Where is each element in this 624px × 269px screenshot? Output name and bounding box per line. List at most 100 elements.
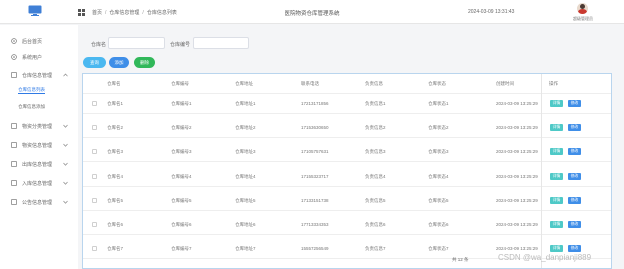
- sidebar-item-notice[interactable]: 公告信息管理: [0, 195, 78, 209]
- cell-status: 仓库状态2: [428, 125, 449, 130]
- cell-manager: 负责信息1: [365, 101, 386, 106]
- cell-name: 仓库名5: [107, 198, 124, 203]
- cell-created: 2024-03-09 13:25:29: [496, 125, 538, 130]
- import-icon: [11, 180, 17, 186]
- edit-button[interactable]: 修改: [568, 221, 581, 228]
- detail-button[interactable]: 详情: [550, 173, 563, 180]
- cell-created: 2024-03-09 13:25:29: [496, 149, 538, 154]
- row-checkbox[interactable]: [92, 149, 97, 154]
- cell-code: 仓库编号6: [171, 222, 192, 227]
- cell-name: 仓库名4: [107, 174, 124, 179]
- edit-button[interactable]: 修改: [568, 100, 581, 107]
- cell-code: 仓库编号7: [171, 246, 192, 251]
- cell-address: 仓库地址2: [235, 125, 256, 130]
- edit-button[interactable]: 修改: [568, 197, 581, 204]
- edit-button[interactable]: 修改: [568, 124, 581, 131]
- row-checkbox[interactable]: [92, 125, 97, 130]
- sidebar-item-outbound[interactable]: 出库信息管理: [0, 157, 78, 171]
- sidebar-item-home[interactable]: 后台首页: [0, 34, 78, 48]
- edit-button[interactable]: 修改: [568, 173, 581, 180]
- cell-manager: 负责信息5: [365, 198, 386, 203]
- cell-address: 仓库地址6: [235, 222, 256, 227]
- app-root: 首页 / 仓库信息管理 / 仓库信息列表 医院物资仓库管理系统 2024-03-09 1…: [0, 0, 624, 269]
- user-name[interactable]: 超级管理员: [573, 16, 593, 22]
- sidebar-item-warehouse[interactable]: 仓库信息管理: [0, 68, 78, 82]
- warehouse-code-input[interactable]: [193, 37, 249, 49]
- warehouse-table: 仓库名 仓库编号 仓库地址 联系电话 负责信息 仓库状态 创建时间 操作 仓库名…: [82, 73, 612, 269]
- datetime-display: 2024-03-09 13:31:43: [468, 9, 515, 15]
- column-header: 仓库地址: [235, 81, 253, 86]
- cell-phone: 15557256549: [301, 246, 329, 251]
- breadcrumb: 首页 / 仓库信息管理 / 仓库信息列表: [92, 9, 177, 16]
- column-header: 联系电话: [301, 81, 319, 86]
- row-checkbox[interactable]: [92, 174, 97, 179]
- column-header: 负责信息: [365, 81, 383, 86]
- row-checkbox[interactable]: [92, 222, 97, 227]
- avatar-body: [578, 9, 587, 14]
- cell-address: 仓库地址3: [235, 149, 256, 154]
- chevron-down-icon: [63, 200, 68, 204]
- category-icon: [11, 123, 17, 129]
- edit-button[interactable]: 修改: [568, 148, 581, 155]
- cell-address: 仓库地址1: [235, 101, 256, 106]
- cell-status: 仓库状态4: [428, 174, 449, 179]
- box-icon: [11, 142, 17, 148]
- sidebar-item-label: 入库信息管理: [22, 180, 53, 187]
- detail-button[interactable]: 详情: [550, 221, 563, 228]
- sidebar-item-users[interactable]: 系统用户: [0, 50, 78, 64]
- sidebar-subitem-warehouse-add[interactable]: 仓库信息添加: [0, 101, 78, 112]
- warehouse-name-input[interactable]: [108, 37, 165, 49]
- cell-manager: 负责信息3: [365, 149, 386, 154]
- cell-manager: 负责信息6: [365, 222, 386, 227]
- query-button[interactable]: 查询: [83, 57, 106, 68]
- edit-button[interactable]: 修改: [568, 245, 581, 252]
- detail-button[interactable]: 详情: [550, 245, 563, 252]
- row-checkbox[interactable]: [92, 246, 97, 251]
- sidebar-item-category[interactable]: 物资分类管理: [0, 119, 78, 133]
- detail-button[interactable]: 详情: [550, 100, 563, 107]
- cell-code: 仓库编号1: [171, 101, 192, 106]
- cell-phone: 17213171856: [301, 101, 329, 106]
- sidebar-item-goods[interactable]: 物资信息管理: [0, 138, 78, 152]
- cell-name: 仓库名2: [107, 125, 124, 130]
- chevron-up-icon: [63, 73, 68, 77]
- detail-button[interactable]: 详情: [550, 124, 563, 131]
- grid-menu-icon[interactable]: [78, 9, 85, 16]
- operation-column-divider: [541, 74, 542, 268]
- column-header: 仓库编号: [171, 81, 189, 86]
- detail-button[interactable]: 详情: [550, 197, 563, 204]
- delete-button[interactable]: 删除: [134, 57, 155, 68]
- cell-manager: 负责信息4: [365, 174, 386, 179]
- row-checkbox[interactable]: [92, 198, 97, 203]
- breadcrumb-section[interactable]: 仓库信息管理: [109, 9, 139, 16]
- detail-button[interactable]: 详情: [550, 148, 563, 155]
- watermark-text: CSDN @wa_danpianji889: [498, 253, 592, 262]
- chevron-down-icon: [63, 143, 68, 147]
- row-checkbox[interactable]: [92, 101, 97, 106]
- cell-code: 仓库编号2: [171, 125, 192, 130]
- breadcrumb-home[interactable]: 首页: [92, 9, 102, 16]
- table-row: 仓库名1 仓库编号1 仓库地址1 17213171856 负责信息1 仓库状态1…: [83, 94, 611, 114]
- sidebar-item-label: 系统用户: [22, 54, 43, 61]
- cell-status: 仓库状态3: [428, 149, 449, 154]
- warehouse-icon: [11, 72, 17, 78]
- cell-address: 仓库地址4: [235, 174, 256, 179]
- avatar[interactable]: [577, 3, 588, 14]
- cell-phone: 17155323717: [301, 174, 329, 179]
- sidebar-item-inbound[interactable]: 入库信息管理: [0, 176, 78, 190]
- cell-created: 2024-03-09 13:25:29: [496, 101, 538, 106]
- cell-created: 2024-03-09 13:25:29: [496, 222, 538, 227]
- home-icon: [11, 38, 17, 44]
- cell-code: 仓库编号4: [171, 174, 192, 179]
- column-header: 创建时间: [496, 81, 514, 86]
- add-button[interactable]: 添加: [109, 57, 129, 68]
- sidebar-subitem-warehouse-list[interactable]: 仓库信息列表: [0, 85, 78, 96]
- cell-name: 仓库名3: [107, 149, 124, 154]
- breadcrumb-current: 仓库信息列表: [146, 10, 177, 16]
- sidebar-subitem-label: 仓库信息列表: [18, 87, 45, 94]
- sidebar-item-label: 物资分类管理: [22, 123, 53, 130]
- cell-status: 仓库状态7: [428, 246, 449, 251]
- sidebar-subitem-label: 仓库信息添加: [18, 103, 45, 109]
- cell-address: 仓库地址7: [235, 246, 256, 251]
- table-row: 仓库名2 仓库编号2 仓库地址2 17153630650 负责信息2 仓库状态2…: [83, 118, 611, 138]
